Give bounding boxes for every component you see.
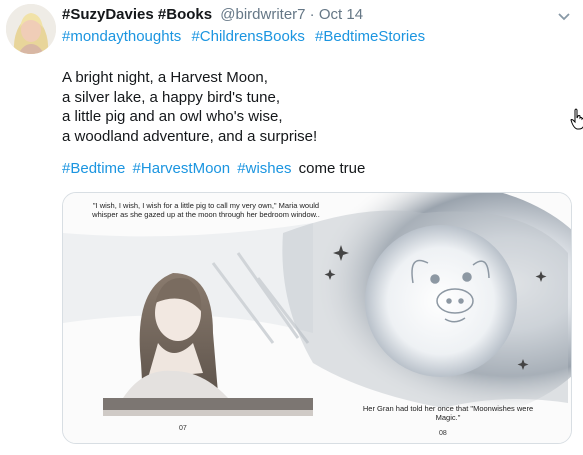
hashtag-link[interactable]: #BedtimeStories — [315, 28, 425, 45]
hashtag-link[interactable]: #Bedtime — [62, 160, 125, 177]
chevron-down-icon[interactable] — [557, 12, 571, 22]
tweet-header: #SuzyDavies #Books @birdwriter7 · Oct 14 — [62, 6, 562, 26]
tweet-media-image[interactable]: "I wish, I wish, I wish for a little pig… — [62, 192, 572, 444]
page-number-left: 07 — [179, 425, 187, 432]
timestamp[interactable]: Oct 14 — [319, 6, 363, 23]
poem-line: a little pig and an owl who's wise, — [62, 108, 283, 125]
caption-right: Her Gran had told her once that "Moonwis… — [362, 404, 534, 422]
hand-pointer-icon — [570, 108, 583, 130]
hashtag-link[interactable]: #wishes — [237, 160, 291, 177]
hashtag-row: #mondaythoughts #ChildrensBooks #Bedtime… — [62, 28, 431, 45]
hashtag-link[interactable]: #mondaythoughts — [62, 28, 181, 45]
poem-line: a woodland adventure, and a surprise! — [62, 127, 318, 145]
avatar-image — [6, 4, 56, 54]
poem-line: A bright night, a Harvest Moon, — [62, 69, 268, 86]
poem-line: a silver lake, a happy bird's tune, — [62, 88, 280, 106]
separator-dot: · — [309, 6, 315, 23]
hashtag-link[interactable]: #HarvestMoon — [133, 160, 231, 177]
hashtag-link[interactable]: #ChildrensBooks — [191, 28, 304, 45]
page-number-right: 08 — [439, 430, 447, 437]
display-name[interactable]: #SuzyDavies #Books — [62, 6, 212, 23]
caption-left: "I wish, I wish, I wish for a little pig… — [92, 201, 320, 219]
tweet-text: A bright night, a Harvest Moon, a silver… — [62, 68, 317, 146]
avatar[interactable] — [6, 4, 56, 54]
user-handle[interactable]: @birdwriter7 — [220, 6, 305, 23]
tweet-hashtag-line: #Bedtime #HarvestMoon #wishes come true — [62, 160, 365, 177]
trailing-text: come true — [298, 160, 366, 177]
